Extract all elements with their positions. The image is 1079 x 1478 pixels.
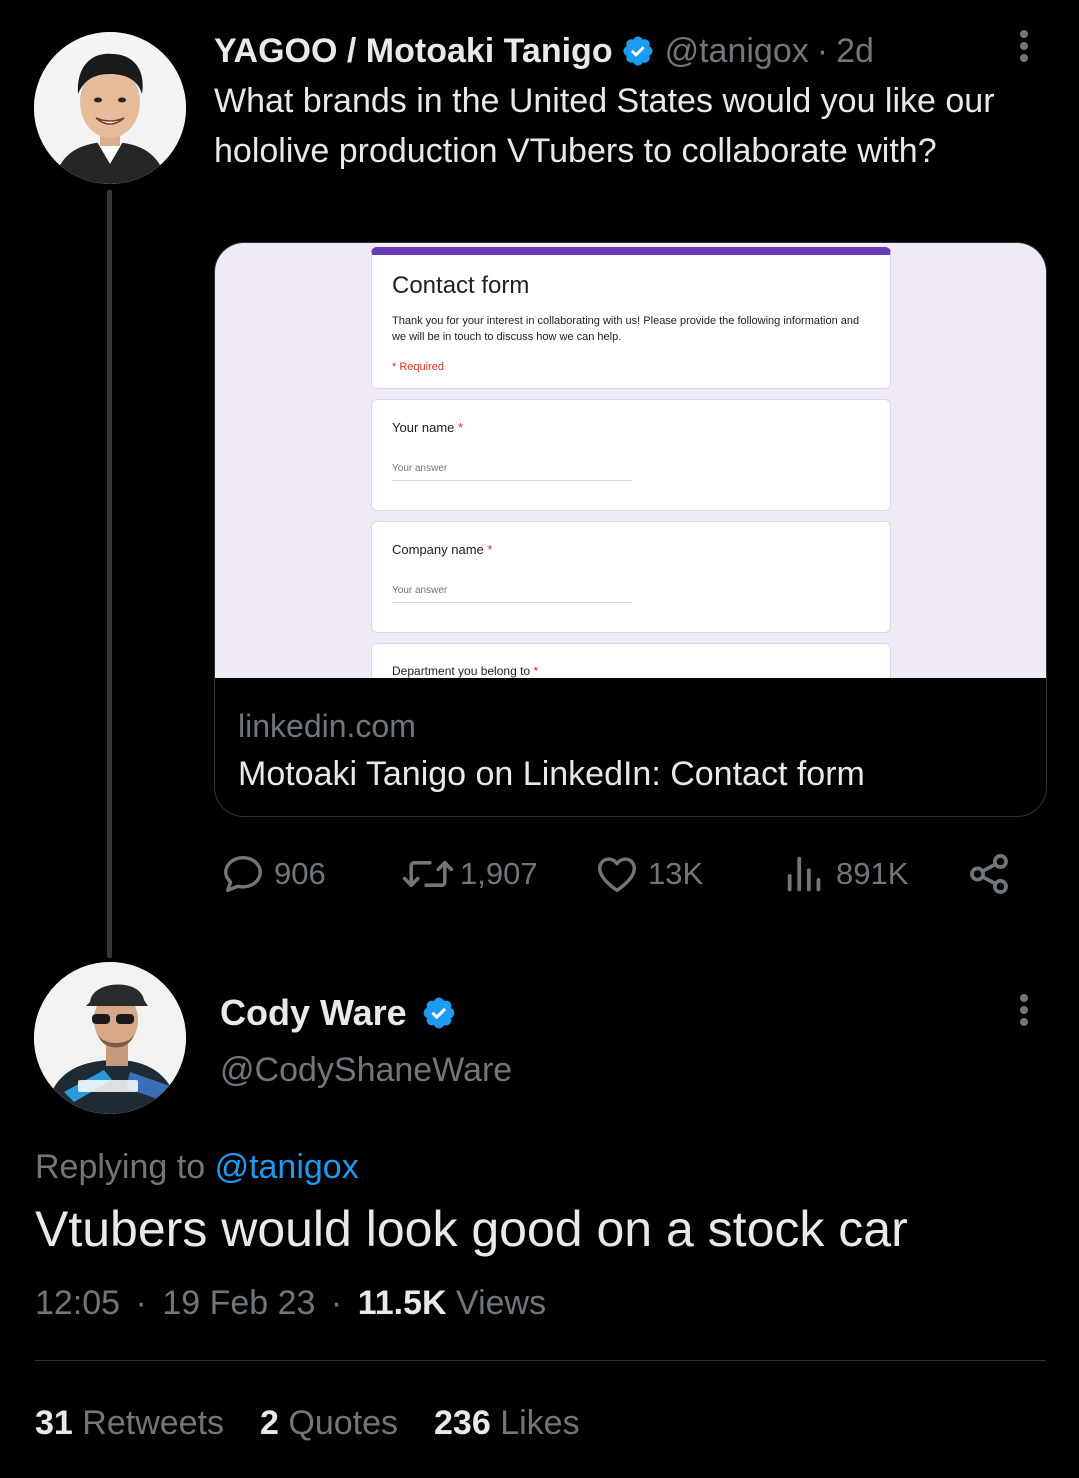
tweet-author-row: YAGOO / Motoaki Tanigo @tanigox · 2d xyxy=(214,30,874,72)
tweet-age[interactable]: 2d xyxy=(836,30,874,72)
question-label: Your name xyxy=(392,420,455,435)
stat-label: Retweets xyxy=(82,1404,225,1442)
reply-display-name[interactable]: Cody Ware xyxy=(220,990,407,1036)
share-button[interactable] xyxy=(964,846,1014,902)
more-icon[interactable] xyxy=(1009,26,1039,66)
author-display-name[interactable]: YAGOO / Motoaki Tanigo xyxy=(214,30,613,72)
reply-button[interactable]: 906 xyxy=(220,846,326,902)
tweet-text: What brands in the United States would y… xyxy=(214,82,995,170)
retweets-stat-link[interactable]: 31 Retweets xyxy=(35,1400,224,1446)
like-count: 13K xyxy=(648,856,704,891)
replying-prefix: Replying to xyxy=(35,1148,206,1186)
form-question: Your name * Your answer xyxy=(371,399,891,511)
divider xyxy=(35,1360,1046,1361)
like-button[interactable]: 13K xyxy=(594,846,703,902)
more-icon[interactable] xyxy=(1009,990,1039,1030)
replying-to: Replying to @tanigox xyxy=(35,1145,359,1189)
form-required-note: * Required xyxy=(392,361,444,373)
form-header: Contact form Thank you for your interest… xyxy=(371,247,891,389)
stat-count: 2 xyxy=(260,1404,279,1442)
reply-date[interactable]: 19 Feb 23 xyxy=(162,1284,315,1322)
link-card-image: Contact form Thank you for your interest… xyxy=(215,243,1046,678)
reply-author-row: Cody Ware xyxy=(220,990,467,1036)
required-star: * xyxy=(487,542,493,557)
views-count: 891K xyxy=(836,856,909,891)
stat-label: Quotes xyxy=(288,1404,399,1442)
reply-count: 906 xyxy=(274,856,326,891)
form-description: Thank you for your interest in collabora… xyxy=(392,315,860,343)
retweet-icon xyxy=(402,861,454,887)
thread-line xyxy=(107,190,112,958)
views-icon xyxy=(787,856,821,892)
link-card[interactable]: Contact form Thank you for your interest… xyxy=(214,242,1047,817)
likes-stat-link[interactable]: 236 Likes xyxy=(434,1400,580,1446)
question-placeholder: Your answer xyxy=(392,463,632,481)
separator-dot: · xyxy=(135,1284,147,1322)
quotes-stat-link[interactable]: 2 Quotes xyxy=(260,1400,398,1446)
share-icon xyxy=(970,853,1008,895)
reply-meta: 12:05 · 19 Feb 23 · 11.5K Views xyxy=(35,1280,546,1326)
form-question: Company name * Your answer xyxy=(371,521,891,633)
retweet-count: 1,907 xyxy=(460,856,538,891)
question-label: Company name xyxy=(392,542,484,557)
separator-dot: · xyxy=(330,1284,343,1322)
tweet-actions: 906 1,907 13K 891K xyxy=(214,846,1034,902)
reply-views-label: Views xyxy=(456,1284,547,1322)
verified-badge-icon xyxy=(421,995,457,1031)
separator-dot: · xyxy=(816,32,829,70)
form-preview: Contact form Thank you for your interest… xyxy=(371,247,891,678)
link-card-domain: linkedin.com xyxy=(238,708,416,744)
views-button[interactable]: 891K xyxy=(782,846,908,902)
form-question: Department you belong to * xyxy=(371,643,891,678)
stat-count: 236 xyxy=(434,1404,491,1442)
reply-views-count: 11.5K xyxy=(357,1284,447,1322)
retweet-button[interactable]: 1,907 xyxy=(400,846,538,902)
required-star: * xyxy=(533,664,539,678)
reply-stats: 31 Retweets 2 Quotes 236 Likes xyxy=(35,1400,616,1446)
link-card-footer: linkedin.com Motoaki Tanigo on LinkedIn:… xyxy=(215,678,1046,816)
avatar-cody-ware-image xyxy=(34,962,186,1114)
author-handle[interactable]: @tanigox xyxy=(665,30,809,72)
avatar-cody-ware[interactable] xyxy=(34,962,186,1114)
stat-label: Likes xyxy=(500,1404,580,1442)
required-star: * xyxy=(458,420,464,435)
form-title: Contact form xyxy=(392,272,530,299)
stat-count: 31 xyxy=(35,1404,73,1442)
replying-mention-link[interactable]: @tanigox xyxy=(215,1148,359,1186)
question-label: Department you belong to xyxy=(392,664,531,678)
avatar-tanigo[interactable] xyxy=(34,32,186,184)
question-placeholder: Your answer xyxy=(392,585,632,603)
like-icon xyxy=(598,857,636,893)
reply-handle[interactable]: @CodyShaneWare xyxy=(220,1048,512,1092)
avatar-tanigo-image xyxy=(34,32,186,184)
reply-time[interactable]: 12:05 xyxy=(35,1284,120,1322)
reply-text: Vtubers would look good on a stock car xyxy=(35,1201,908,1257)
reply-icon xyxy=(224,855,262,893)
verified-badge-icon xyxy=(621,34,655,68)
link-card-title: Motoaki Tanigo on LinkedIn: Contact form xyxy=(238,755,865,793)
